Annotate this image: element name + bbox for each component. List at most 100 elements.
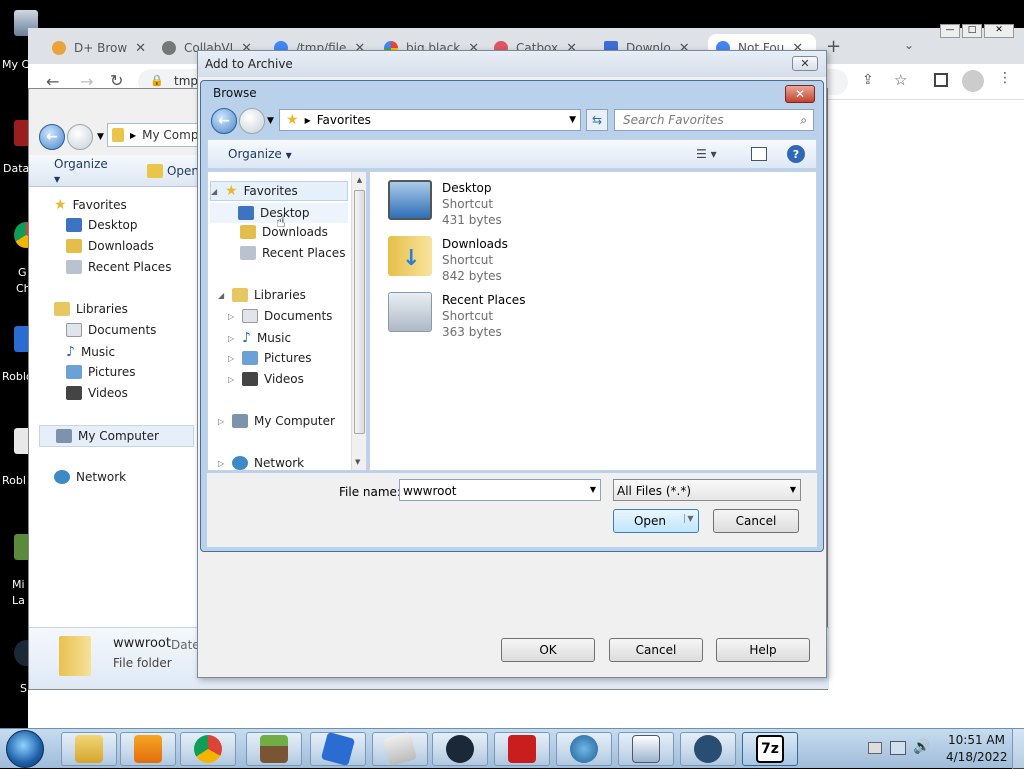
nav-downloads[interactable]: Downloads bbox=[66, 239, 154, 253]
collapse-arrow-icon[interactable]: ▷ bbox=[218, 417, 226, 426]
browse-nav-my-computer[interactable]: ▷ My Computer bbox=[218, 414, 335, 428]
taskbar-chrome-button[interactable] bbox=[180, 732, 236, 766]
file-item-recent-places[interactable]: Recent Places Shortcut 363 bytes bbox=[388, 292, 525, 340]
browse-open-button[interactable]: Open ▼ bbox=[613, 509, 699, 533]
nav-label: Videos bbox=[264, 372, 304, 386]
share-icon[interactable]: ⇪ bbox=[862, 72, 874, 88]
browse-back-icon[interactable]: ← bbox=[211, 108, 237, 134]
side-panel-icon[interactable] bbox=[934, 73, 948, 87]
taskbar-minecraft-button[interactable] bbox=[246, 732, 302, 766]
tab-search-chevron-icon[interactable]: ⌄ bbox=[904, 38, 914, 52]
nav-scrollbar[interactable]: ▲ ▼ bbox=[351, 172, 366, 470]
nav-documents[interactable]: Documents bbox=[66, 323, 156, 337]
bookmark-star-icon[interactable]: ☆ bbox=[894, 71, 907, 89]
nav-libraries[interactable]: Libraries bbox=[54, 302, 128, 316]
profile-avatar[interactable] bbox=[962, 70, 984, 92]
browse-nav-documents[interactable]: ▷ Documents bbox=[228, 309, 332, 323]
show-desktop-button[interactable] bbox=[1012, 729, 1024, 769]
refresh-icon[interactable]: ⇆ bbox=[586, 109, 608, 131]
nav-network[interactable]: Network bbox=[54, 470, 126, 484]
nav-music[interactable]: ♪ Music bbox=[66, 344, 115, 360]
address-dropdown-icon[interactable]: ▼ bbox=[569, 115, 576, 125]
browse-nav-music[interactable]: ▷ ♪ Music bbox=[228, 330, 291, 346]
browse-nav-videos[interactable]: ▷ Videos bbox=[228, 372, 304, 386]
taskbar-steam-button[interactable] bbox=[432, 732, 488, 766]
taskbar-globe-d-button[interactable] bbox=[556, 732, 612, 766]
help-icon[interactable]: ? bbox=[787, 145, 805, 163]
collapse-arrow-icon[interactable]: ▷ bbox=[228, 312, 236, 321]
scroll-thumb[interactable] bbox=[354, 190, 365, 434]
explorer-back-icon[interactable]: ← bbox=[39, 124, 65, 150]
browse-nav-recent-places[interactable]: Recent Places bbox=[240, 246, 345, 260]
new-tab-icon[interactable]: + bbox=[826, 36, 841, 57]
collapse-arrow-icon[interactable]: ▷ bbox=[228, 375, 236, 384]
expand-arrow-icon[interactable]: ◢ bbox=[211, 187, 219, 196]
view-options-icon[interactable]: ☰ ▾ bbox=[696, 147, 717, 161]
expand-arrow-icon[interactable]: ◢ bbox=[218, 291, 226, 300]
nav-pictures[interactable]: Pictures bbox=[66, 365, 136, 379]
start-button[interactable] bbox=[6, 730, 44, 768]
file-item-desktop[interactable]: Desktop Shortcut 431 bytes bbox=[388, 180, 502, 228]
details-type: File folder bbox=[113, 656, 172, 670]
preview-pane-icon[interactable] bbox=[751, 147, 767, 161]
nav-favorites[interactable]: ★ Favorites bbox=[54, 197, 127, 213]
collapse-arrow-icon[interactable]: ▷ bbox=[218, 459, 226, 468]
tab-close-icon[interactable]: ✕ bbox=[135, 41, 146, 56]
explorer-forward-icon[interactable] bbox=[67, 124, 93, 150]
volume-icon[interactable]: 🔊 bbox=[913, 739, 930, 755]
chrome-menu-icon[interactable]: ⋮ bbox=[998, 70, 1012, 86]
taskbar-steam-2-button[interactable] bbox=[680, 732, 736, 766]
browse-nav-network[interactable]: ▷ Network bbox=[218, 456, 304, 470]
taskbar-7zip-button[interactable]: 7z bbox=[742, 732, 798, 766]
chrome-close-button[interactable]: ✕ bbox=[984, 24, 1014, 38]
chrome-tab[interactable]: D+ Brow ✕ bbox=[52, 34, 150, 62]
browse-organize-button[interactable]: Organize ▼ bbox=[228, 147, 292, 161]
chrome-minimize-button[interactable]: — bbox=[940, 24, 960, 38]
taskbar-roblox-button[interactable] bbox=[310, 731, 366, 767]
explorer-organize-button[interactable]: Organize ▼ bbox=[54, 157, 117, 185]
nav-recent-places[interactable]: Recent Places bbox=[66, 260, 171, 274]
explorer-history-chevron-icon[interactable]: ▼ bbox=[97, 132, 104, 142]
browse-forward-icon[interactable] bbox=[239, 108, 265, 134]
browse-cancel-button[interactable]: Cancel bbox=[713, 509, 799, 533]
browse-nav-pictures[interactable]: ▷ Pictures bbox=[228, 351, 312, 365]
filename-input[interactable]: wwwroot ▼ bbox=[399, 479, 601, 501]
archive-help-button[interactable]: Help bbox=[716, 638, 810, 662]
archive-close-button[interactable]: ✕ bbox=[792, 56, 818, 71]
search-icon[interactable]: ⌕ bbox=[800, 113, 807, 128]
network-tray-icon[interactable] bbox=[890, 741, 906, 755]
scroll-down-icon[interactable]: ▼ bbox=[355, 458, 360, 466]
explorer-icon bbox=[75, 735, 103, 763]
file-item-downloads[interactable]: ↓ Downloads Shortcut 842 bytes bbox=[388, 236, 508, 284]
browse-address-bar[interactable]: ★ ▶ Favorites ▼ bbox=[279, 109, 581, 131]
filename-dropdown-icon[interactable]: ▼ bbox=[590, 485, 596, 494]
taskbar-media-player-button[interactable] bbox=[120, 732, 176, 766]
nav-desktop[interactable]: Desktop bbox=[66, 218, 138, 232]
nav-videos[interactable]: Videos bbox=[66, 386, 128, 400]
explorer-open-button[interactable]: Open bbox=[146, 163, 199, 178]
nav-my-computer[interactable]: My Computer bbox=[39, 425, 194, 447]
archive-cancel-button[interactable]: Cancel bbox=[609, 638, 703, 662]
scroll-up-icon[interactable]: ▲ bbox=[352, 176, 366, 184]
taskbar-explorer-button[interactable] bbox=[61, 732, 117, 766]
taskbar-d-app-button[interactable] bbox=[494, 732, 550, 766]
browse-nav-libraries[interactable]: ◢ Libraries bbox=[218, 288, 306, 302]
file-type-select[interactable]: All Files (*.*) ▼ bbox=[613, 479, 801, 501]
collapse-arrow-icon[interactable]: ▷ bbox=[228, 354, 236, 363]
browse-nav-pane: ◢ ★ Favorites Desktop Downloads Recent Pla… bbox=[207, 171, 367, 471]
explorer-address-bar[interactable]: ▶ My Comp bbox=[107, 123, 207, 147]
clock-time[interactable]: 10:51 AM bbox=[948, 733, 1005, 747]
browse-search-input[interactable]: Search Favorites ⌕ bbox=[614, 109, 814, 131]
chrome-maximize-button[interactable]: □ bbox=[962, 24, 982, 38]
open-split-chevron-icon[interactable]: ▼ bbox=[684, 514, 696, 523]
action-center-icon[interactable] bbox=[868, 742, 882, 754]
clock-date[interactable]: 4/18/2022 bbox=[946, 750, 1008, 764]
browse-close-button[interactable]: ✕ bbox=[785, 85, 815, 103]
browse-history-chevron-icon[interactable]: ▼ bbox=[267, 116, 274, 126]
browse-nav-favorites[interactable]: ◢ ★ Favorites bbox=[210, 181, 348, 201]
taskbar-tablet-button[interactable] bbox=[372, 731, 428, 767]
archive-ok-button[interactable]: OK bbox=[501, 638, 595, 662]
network-icon bbox=[54, 470, 70, 484]
taskbar-whiteboard-button[interactable] bbox=[618, 732, 674, 766]
collapse-arrow-icon[interactable]: ▷ bbox=[228, 334, 236, 343]
